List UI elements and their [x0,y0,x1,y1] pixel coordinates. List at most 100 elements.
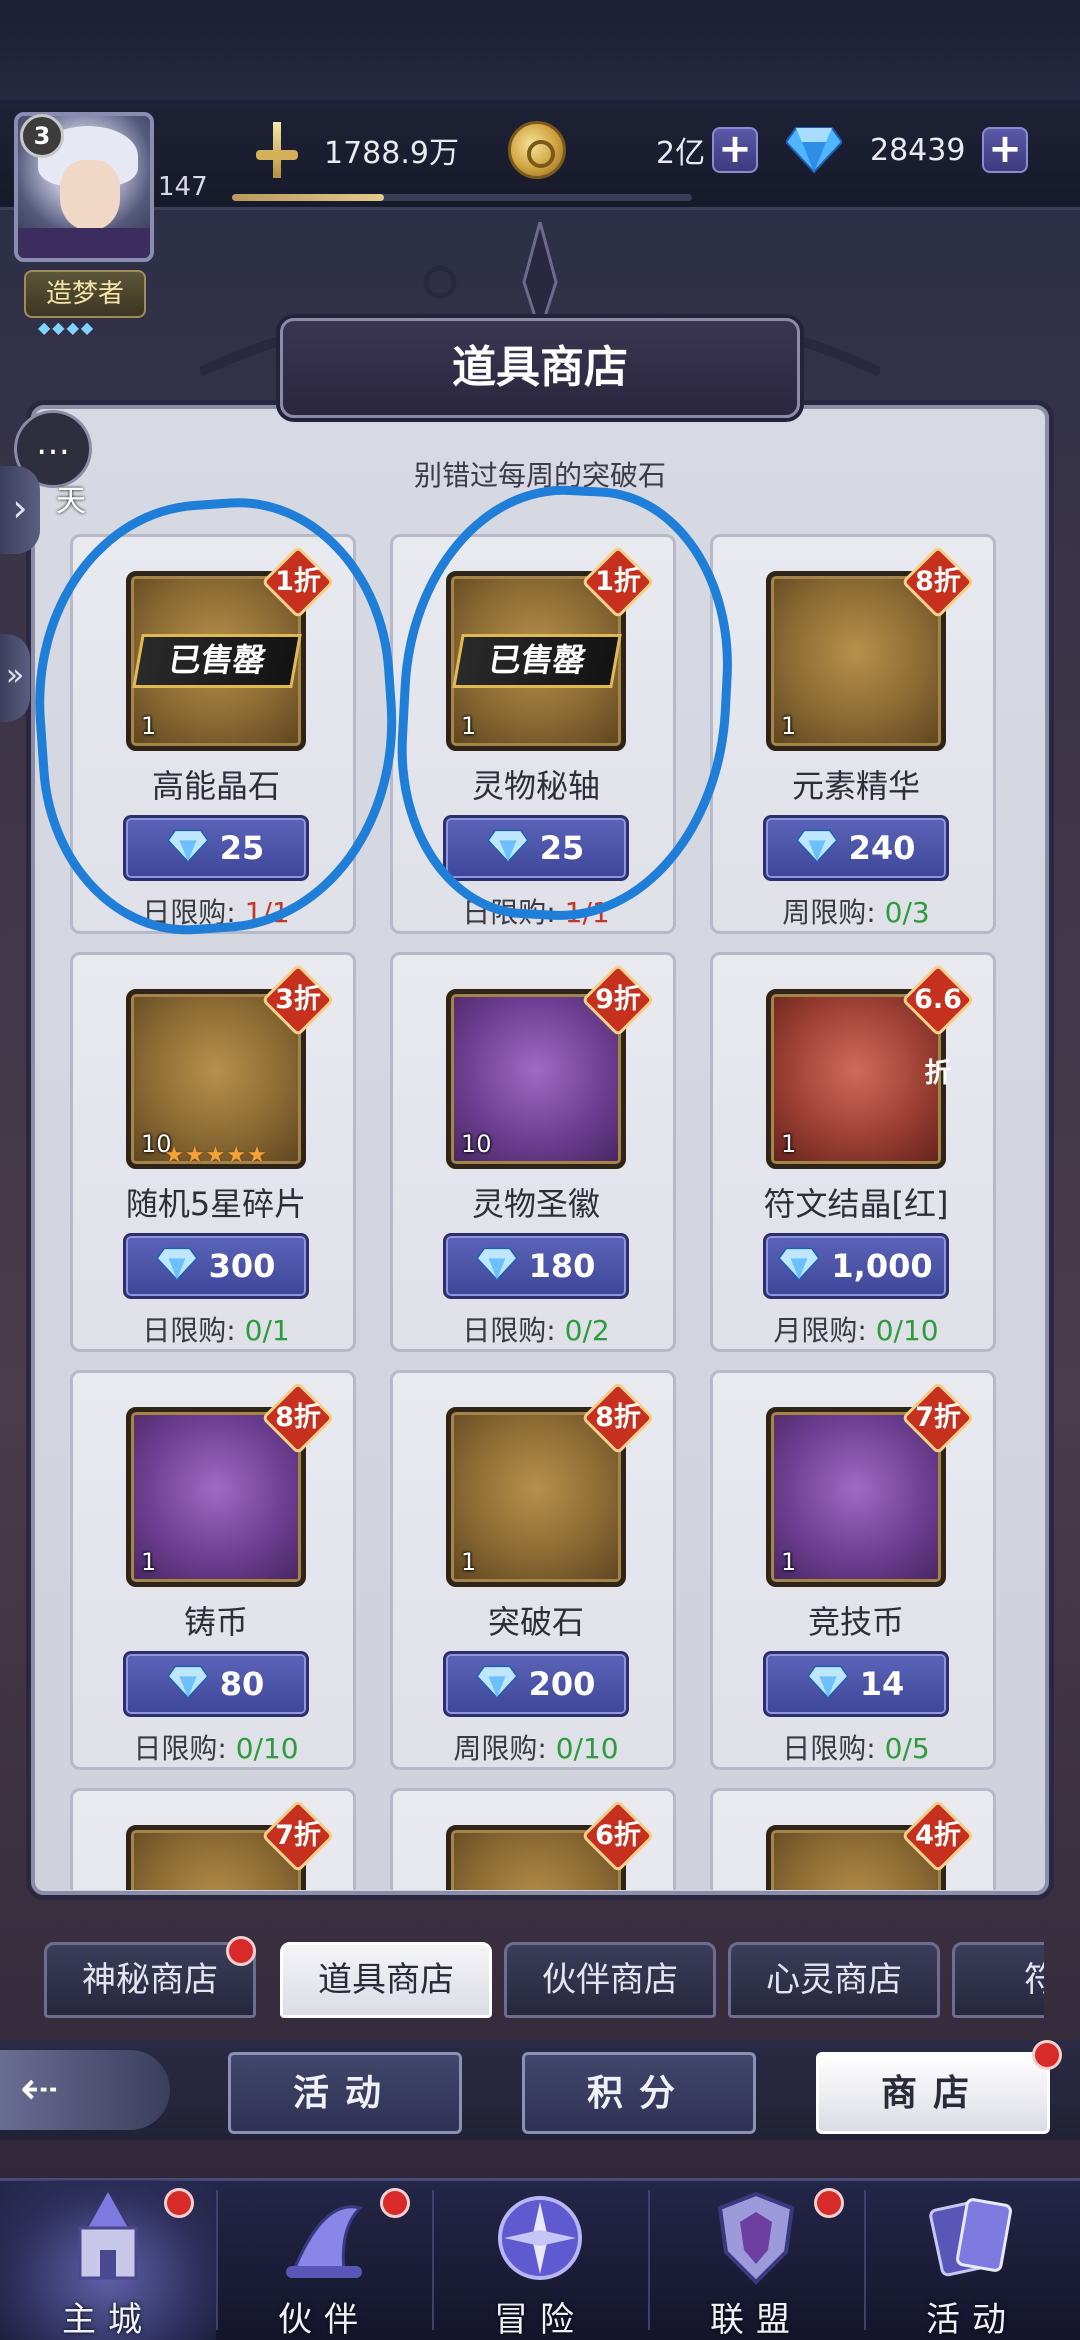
diamond-icon [795,829,838,867]
item-quantity: 1 [141,1548,157,1576]
diamond-plus-button[interactable]: + [982,127,1028,173]
limit-count: 0/2 [564,1314,610,1347]
coin-icon [508,121,566,179]
tab-partner-shop[interactable]: 伙伴商店 [504,1942,716,2018]
discount-badge: 6折 [581,1799,655,1873]
buy-button[interactable]: 300 [123,1233,309,1299]
subnav-activity-button[interactable]: 活动 [228,2052,462,2134]
diamond-icon [475,1665,518,1703]
avatar-face [60,160,120,230]
gold-plus-button[interactable]: + [712,127,758,173]
diamond-icon [778,1247,821,1285]
item-quantity: 1 [781,1130,797,1158]
limit-count: 0/3 [884,896,930,929]
item-name: 灵物圣徽 [471,1185,600,1223]
shop-item-card[interactable]: 10 9折灵物圣徽 180 日限购: 0/2 [390,952,676,1352]
shop-item-card[interactable]: 6折 [390,1788,676,1890]
shop-item-card[interactable]: 1 7折 竞技币 14 日限购: 0/5 [710,1370,996,1770]
exp-progress-fill [232,194,384,201]
shop-tabs: 神秘商店 道具商店 伙伴商店 心灵商店 符石 [34,1938,1044,2024]
diamond-icon [475,1247,518,1285]
power-stat: 1788.9万 [252,120,459,180]
tab-rune-shop[interactable]: 符石 [952,1942,1044,2018]
limit-label: 日限购: [782,1732,876,1765]
shop-title: 道具商店 [280,318,800,418]
purchase-limit: 月限购: 0/10 [713,1309,999,1349]
back-arrow-icon[interactable]: ⇠ [0,2050,170,2130]
tab-mystery-shop[interactable]: 神秘商店 [44,1942,256,2018]
discount-badge: 7折 [901,1381,975,1455]
gold-stat: 2亿 [508,120,705,180]
limit-count: 0/10 [555,1732,619,1765]
notification-dot [380,2188,410,2218]
castle-icon [78,2192,138,2280]
nav-label: 联盟 [710,2300,802,2340]
discount-label: 6折 [595,1820,641,1851]
buy-button[interactable]: 200 [443,1651,629,1717]
discount-label: 8折 [275,1402,321,1433]
nav-label: 冒险 [494,2300,586,2340]
discount-badge: 8折 [901,545,975,619]
compass-icon [498,2196,582,2280]
buy-button[interactable]: 240 [763,815,949,881]
notification-dot [814,2188,844,2218]
subnav-shop-button[interactable]: 商店 [816,2052,1050,2134]
diamond-icon [786,127,842,174]
limit-label: 周限购: [453,1732,547,1765]
shop-item-card[interactable]: 7折 [70,1788,356,1890]
discount-badge: 7折 [261,1799,335,1873]
player-title-badge[interactable]: 造梦者 [24,270,146,318]
buy-button[interactable]: 14 [763,1651,949,1717]
diamond-icon [806,1665,849,1703]
diamond-plus[interactable]: + [982,120,1028,180]
tab-item-shop[interactable]: 道具商店 [280,1942,492,2018]
shop-item-card[interactable]: 1 6.6折 符文结晶[红] 1,000 月限购: 0/10 [710,952,996,1352]
item-name: 元素精华 [791,767,920,805]
diamond-icon [166,1665,209,1703]
limit-count: 0/5 [884,1732,930,1765]
nav-label: 活动 [926,2300,1018,2340]
shop-item-card[interactable]: 1 8折 铸币 80 日限购: 0/10 [70,1370,356,1770]
limit-label: 日限购: [133,1732,227,1765]
subnav-points-button[interactable]: 积分 [522,2052,756,2134]
item-price: 14 [859,1665,905,1703]
gold-value: 2亿 [656,136,706,171]
item-quantity: 10 [461,1130,492,1158]
buy-button[interactable]: 1,000 [763,1233,949,1299]
shop-item-card[interactable]: 1 8折 突破石 200 周限购: 0/10 [390,1370,676,1770]
limit-label: 日限购: [142,1314,236,1347]
item-price: 240 [848,829,916,867]
item-quantity: 1 [781,1548,797,1576]
buy-button[interactable]: 80 [123,1651,309,1717]
notification-dot [1032,2040,1062,2070]
tab-soul-shop[interactable]: 心灵商店 [728,1942,940,2018]
star-rating: ★★★★★ [164,1143,268,1168]
buy-button[interactable]: 180 [443,1233,629,1299]
item-price: 180 [528,1247,596,1285]
player-title-stars: ◆◆◆◆ [38,318,96,337]
nav-adventure[interactable]: 冒险 [432,2180,648,2340]
notification-dot [164,2188,194,2218]
shop-item-card[interactable]: 10 ★★★★★ 3折 随机5星碎片 300 日限购: 0/1 [70,952,356,1352]
limit-count: 0/10 [875,1314,939,1347]
discount-label: 8折 [915,566,961,597]
item-quantity: 1 [461,1548,477,1576]
expand-arrow-icon[interactable]: » [0,634,30,722]
item-price: 300 [208,1247,276,1285]
diamond-value: 28439 [870,132,966,168]
diamond-stat: 28439 [786,120,965,180]
shop-item-card[interactable]: 4折 [710,1788,996,1890]
discount-badge: 4折 [901,1799,975,1873]
shop-item-card[interactable]: 1 8折 元素精华 240 周限购: 0/3 [710,534,996,934]
nav-events[interactable]: 活动 [864,2180,1080,2340]
sword-icon [252,122,302,178]
expand-arrow-icon[interactable]: › [0,466,40,554]
notification-dot [226,1936,256,1966]
item-quantity: 1 [781,712,797,740]
discount-badge: 9折 [581,963,655,1037]
discount-label: 8折 [595,1402,641,1433]
purchase-limit: 日限购: 0/2 [393,1309,679,1349]
gold-plus[interactable]: + [712,120,758,180]
exp-progress-bar [232,194,692,201]
item-price: 80 [219,1665,265,1703]
